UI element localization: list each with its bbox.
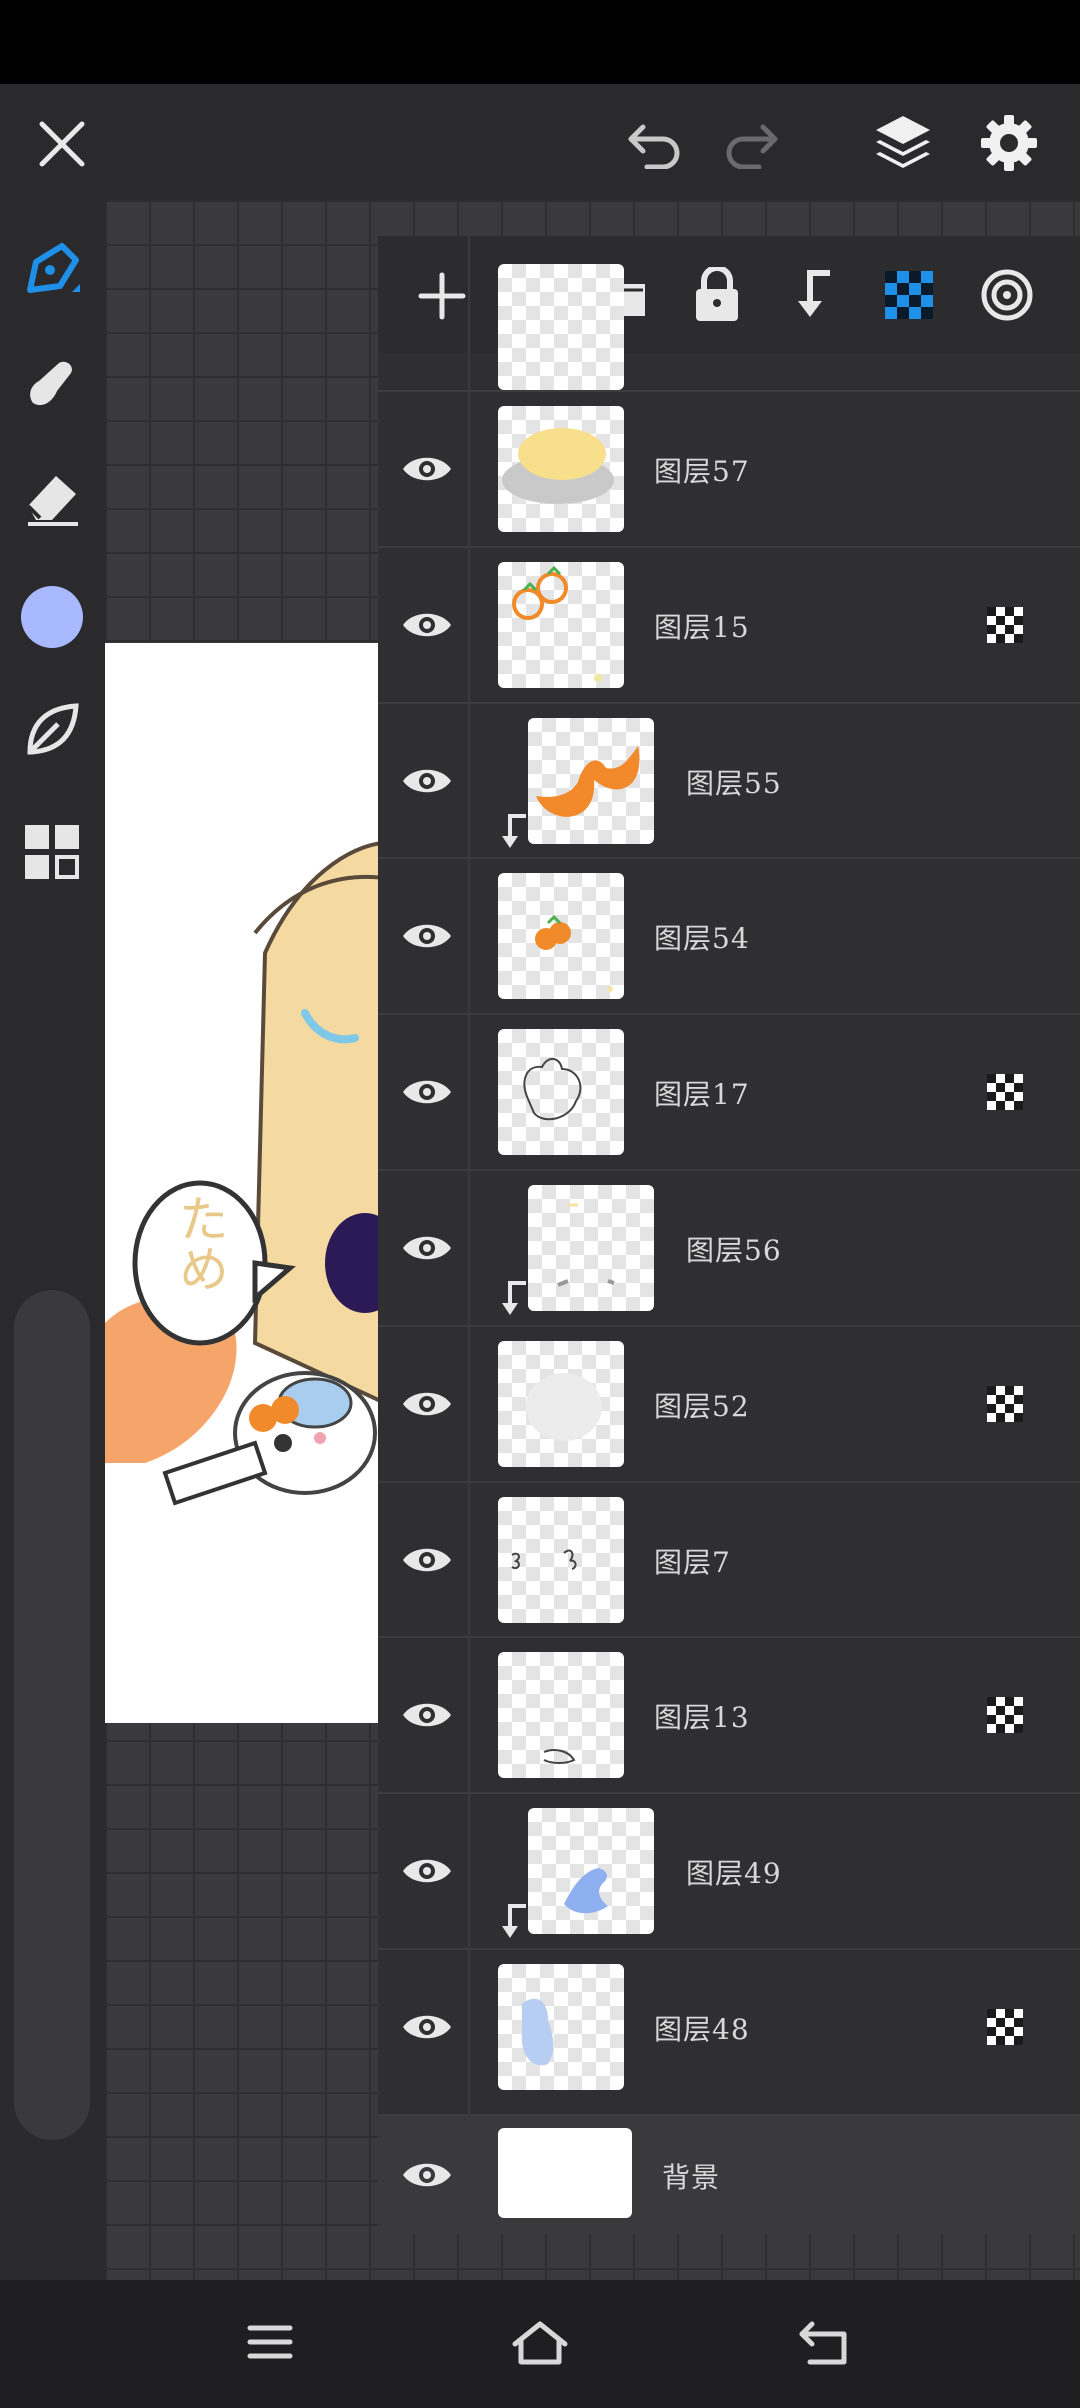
- layer-name: 图层52: [654, 1389, 750, 1423]
- drawing-canvas[interactable]: ため: [105, 643, 385, 1723]
- layers-panel-divider: [468, 236, 470, 2234]
- layer-row[interactable]: 图层57: [378, 390, 1080, 547]
- alpha-lock-badge-icon[interactable]: [986, 2008, 1024, 2046]
- eye-icon[interactable]: [398, 444, 456, 494]
- add-layer-icon[interactable]: [412, 266, 472, 326]
- layer-thumbnail: [498, 1496, 624, 1623]
- undo-icon[interactable]: [620, 110, 690, 178]
- system-nav-bar: [0, 2280, 1080, 2408]
- alpha-lock-icon[interactable]: [878, 264, 940, 326]
- layer-row-partial[interactable]: [378, 264, 1080, 390]
- clip-icon[interactable]: [782, 264, 844, 326]
- eye-icon[interactable]: [398, 600, 456, 650]
- layer-row[interactable]: 图层13: [378, 1636, 1080, 1793]
- alpha-lock-badge-icon[interactable]: [986, 1073, 1024, 1111]
- layer-thumbnail: [498, 1652, 624, 1779]
- layer-row[interactable]: 图层17: [378, 1013, 1080, 1170]
- layer-name: 图层17: [654, 1078, 750, 1112]
- layer-thumbnail: [498, 873, 624, 1000]
- layer-name: 图层48: [654, 2013, 750, 2046]
- layer-row[interactable]: 图层56: [378, 1169, 1080, 1326]
- eye-icon[interactable]: [398, 1223, 456, 1273]
- layer-thumbnail: [498, 1964, 624, 2090]
- layer-row[interactable]: 图层52: [378, 1324, 1080, 1482]
- eye-icon[interactable]: [398, 1690, 456, 1740]
- layer-thumbnail: [528, 1185, 654, 1311]
- layers-panel: 图层57 图层15 图层55 图层54 图层17 图层56 图层52 图层7 图层13 图层49 图…: [378, 236, 1080, 2234]
- grid-icon[interactable]: [18, 818, 86, 886]
- speech-bubble-text: ため: [171, 1193, 229, 1293]
- menu-icon[interactable]: [238, 2310, 302, 2374]
- layer-name: 背景: [662, 2161, 721, 2194]
- home-icon[interactable]: [506, 2310, 574, 2374]
- alpha-lock-badge-icon[interactable]: [986, 606, 1024, 644]
- back-icon[interactable]: [792, 2310, 856, 2374]
- layer-row[interactable]: 图层54: [378, 857, 1080, 1014]
- brush-size-slider[interactable]: [14, 1290, 90, 2140]
- layer-thumbnail: [528, 717, 654, 844]
- eraser-icon[interactable]: [18, 464, 86, 532]
- alpha-lock-badge-icon[interactable]: [986, 1385, 1024, 1423]
- clipping-arrow-icon: [496, 1902, 530, 1942]
- gear-icon[interactable]: [972, 106, 1046, 180]
- eye-icon[interactable]: [398, 1067, 456, 1117]
- layer-name: 图层57: [654, 455, 750, 488]
- layer-name: 图层7: [654, 1545, 731, 1579]
- leaf-icon[interactable]: [18, 696, 86, 764]
- layer-row[interactable]: 图层49: [378, 1792, 1080, 1949]
- layer-name: 图层15: [654, 610, 750, 644]
- clipping-arrow-icon: [496, 812, 530, 852]
- layer-thumbnail: [498, 1340, 624, 1467]
- eye-icon[interactable]: [398, 1846, 456, 1896]
- top-toolbar: [0, 84, 1080, 200]
- layer-thumbnail: [498, 1029, 624, 1156]
- eye-icon[interactable]: [398, 2002, 456, 2052]
- layer-row[interactable]: 图层7: [378, 1480, 1080, 1638]
- layer-row[interactable]: 图层48: [378, 1948, 1080, 2105]
- redo-icon[interactable]: [716, 110, 786, 178]
- layer-name: 图层49: [686, 1857, 782, 1891]
- layers-icon[interactable]: [866, 106, 940, 180]
- eye-icon[interactable]: [398, 2150, 456, 2200]
- layer-thumbnail: [528, 1808, 654, 1935]
- layer-name: 图层56: [686, 1234, 782, 1267]
- artwork: ため: [105, 840, 385, 1506]
- pen-icon[interactable]: [18, 236, 86, 304]
- close-icon[interactable]: [28, 110, 96, 178]
- lock-icon[interactable]: [686, 264, 748, 326]
- eye-icon[interactable]: [398, 1379, 456, 1429]
- layers-toolbar: [378, 236, 1080, 354]
- layer-thumbnail: [498, 561, 624, 688]
- layer-row-background[interactable]: 背景: [378, 2114, 1080, 2234]
- layer-name: 图层54: [654, 922, 750, 956]
- layer-effect-icon[interactable]: [976, 264, 1038, 326]
- alpha-lock-badge-icon[interactable]: [986, 1696, 1024, 1734]
- layer-name: 图层13: [654, 1701, 750, 1735]
- layer-row[interactable]: 图层15: [378, 545, 1080, 703]
- color-swatch[interactable]: [18, 583, 86, 651]
- smudge-icon[interactable]: [18, 350, 86, 418]
- layer-row[interactable]: 图层55: [378, 701, 1080, 859]
- eye-icon[interactable]: [398, 1535, 456, 1585]
- layer-thumbnail: [498, 406, 624, 532]
- status-bar: [0, 0, 1080, 84]
- eye-icon[interactable]: [398, 911, 456, 961]
- layer-name: 图层55: [686, 766, 782, 800]
- clipping-arrow-icon: [496, 1279, 530, 1319]
- eye-icon[interactable]: [398, 756, 456, 806]
- layer-thumbnail: [498, 264, 624, 390]
- layer-thumbnail: [498, 2128, 632, 2218]
